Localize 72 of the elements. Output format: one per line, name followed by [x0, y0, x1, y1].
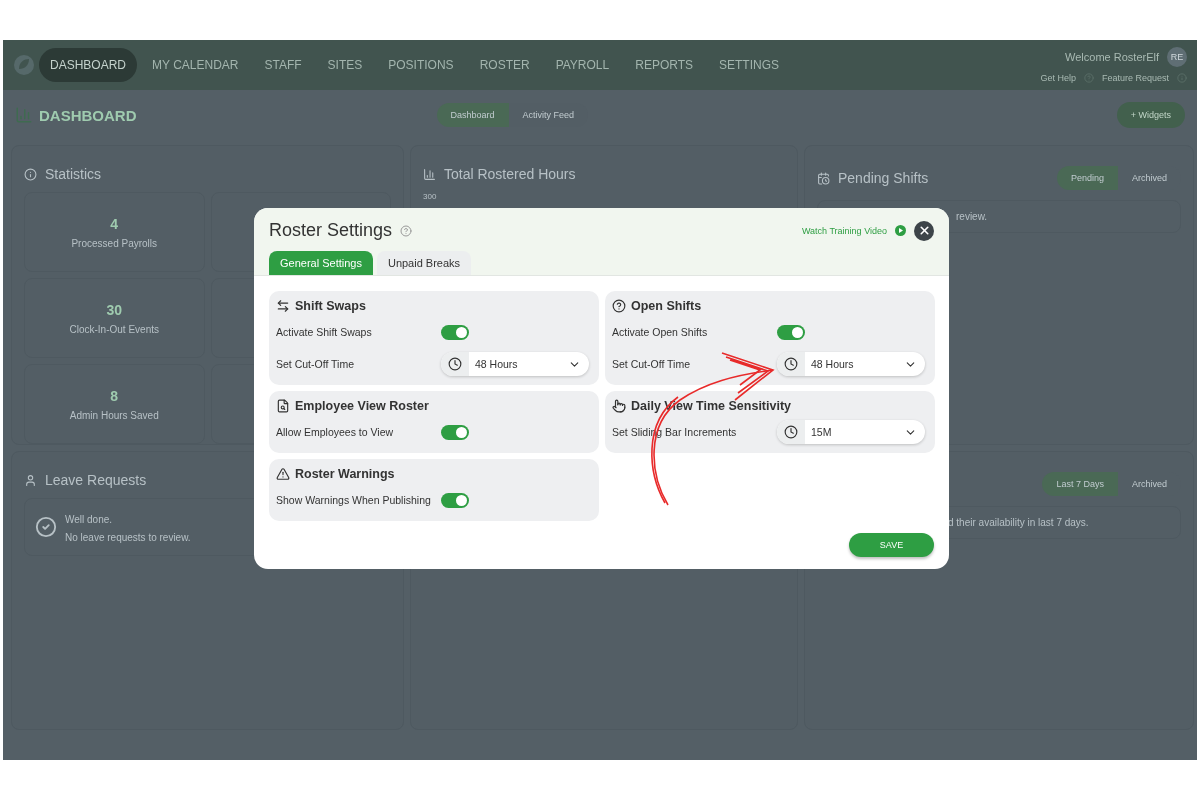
widget-title: Pending Shifts — [838, 170, 929, 186]
help-link[interactable]: Feature Request — [1101, 73, 1169, 83]
help-icon — [612, 299, 626, 313]
setting-label: Activate Shift Swaps — [276, 325, 373, 340]
card-title: Shift Swaps — [295, 299, 366, 313]
check-circle-icon — [35, 516, 57, 538]
document-icon — [276, 399, 290, 413]
training-video-link[interactable]: Watch Training Video — [801, 225, 887, 236]
chart-icon — [423, 167, 436, 181]
card-title: Employee View Roster — [295, 399, 429, 413]
dialog-title: Roster Settings — [269, 220, 393, 241]
nav-item[interactable]: MY CALENDAR — [141, 48, 250, 82]
widget-title: Leave Requests — [45, 472, 147, 488]
help-icon[interactable] — [400, 224, 413, 237]
nav-item[interactable]: SITES — [316, 48, 374, 82]
message-title: Well done. — [65, 514, 113, 525]
hand-pointer-icon — [612, 399, 626, 413]
add-widgets-button[interactable]: + Widgets — [1116, 102, 1185, 128]
toggle-switch[interactable] — [441, 424, 469, 440]
settings-tab[interactable]: Unpaid Breaks — [376, 251, 472, 275]
dropdown-select[interactable]: 48 Hours — [777, 352, 925, 376]
welcome-text: Welcome RosterElf — [1065, 51, 1159, 63]
save-button[interactable]: SAVE — [849, 533, 934, 557]
stat-value: 8 — [110, 387, 119, 404]
stat-value: 30 — [106, 301, 123, 318]
user-avatar[interactable]: RE — [1167, 47, 1187, 67]
view-tab[interactable]: Dashboard — [436, 103, 509, 127]
stat-label: Admin Hours Saved — [69, 409, 159, 421]
dropdown-select[interactable]: 15M — [777, 420, 925, 444]
setting-label: Show Warnings When Publishing — [276, 493, 432, 508]
page-title: DASHBOARD — [39, 106, 137, 124]
card-title: Roster Warnings — [295, 467, 395, 481]
play-icon — [895, 225, 906, 236]
person-icon — [24, 473, 37, 487]
nav-item[interactable]: ROSTER — [468, 48, 541, 82]
widget-title: Statistics — [45, 166, 101, 182]
message-text: review. — [956, 211, 988, 222]
stat-label: Clock-In-Out Events — [69, 323, 159, 335]
stat-value: 4 — [110, 215, 119, 232]
toggle-switch[interactable] — [441, 324, 469, 340]
leaf-logo-icon — [13, 54, 35, 76]
widget-title: Total Rostered Hours — [444, 166, 576, 182]
message-text: No leave requests to review. — [65, 532, 191, 543]
dropdown-select[interactable]: 48 Hours — [441, 352, 589, 376]
nav-item[interactable]: SETTINGS — [708, 48, 791, 82]
toggle-switch[interactable] — [777, 324, 805, 340]
filter-tab[interactable]: Pending — [1056, 166, 1118, 190]
settings-tab[interactable]: General Settings — [269, 251, 373, 275]
swap-arrows-icon — [276, 299, 290, 313]
card-title: Open Shifts — [631, 299, 702, 313]
clock-icon — [448, 357, 462, 371]
help-link[interactable]: Get Help — [1040, 73, 1076, 83]
info-icon — [24, 167, 37, 181]
warning-icon — [276, 467, 290, 481]
toggle-switch[interactable] — [441, 492, 469, 508]
close-icon — [917, 224, 931, 237]
clock-icon — [784, 357, 798, 371]
clock-icon — [784, 425, 798, 439]
nav-item[interactable]: POSITIONS — [377, 48, 465, 82]
calendar-clock-icon — [817, 171, 830, 185]
filter-tab[interactable]: Last 7 Days — [1042, 472, 1118, 496]
setting-label: Allow Employees to View — [276, 425, 395, 440]
nav-item[interactable]: PAYROLL — [544, 48, 621, 82]
setting-label: Set Cut-Off Time — [276, 357, 355, 372]
setting-label: Activate Open Shifts — [612, 325, 709, 340]
nav-item[interactable]: STAFF — [253, 48, 313, 82]
setting-label: Set Cut-Off Time — [612, 357, 691, 372]
axis-tick: 300 — [423, 192, 438, 201]
close-button[interactable] — [914, 220, 934, 241]
nav-item[interactable]: REPORTS — [624, 48, 704, 82]
nav-item[interactable]: DASHBOARD — [39, 48, 137, 82]
stat-label: Processed Payrolls — [71, 237, 158, 249]
